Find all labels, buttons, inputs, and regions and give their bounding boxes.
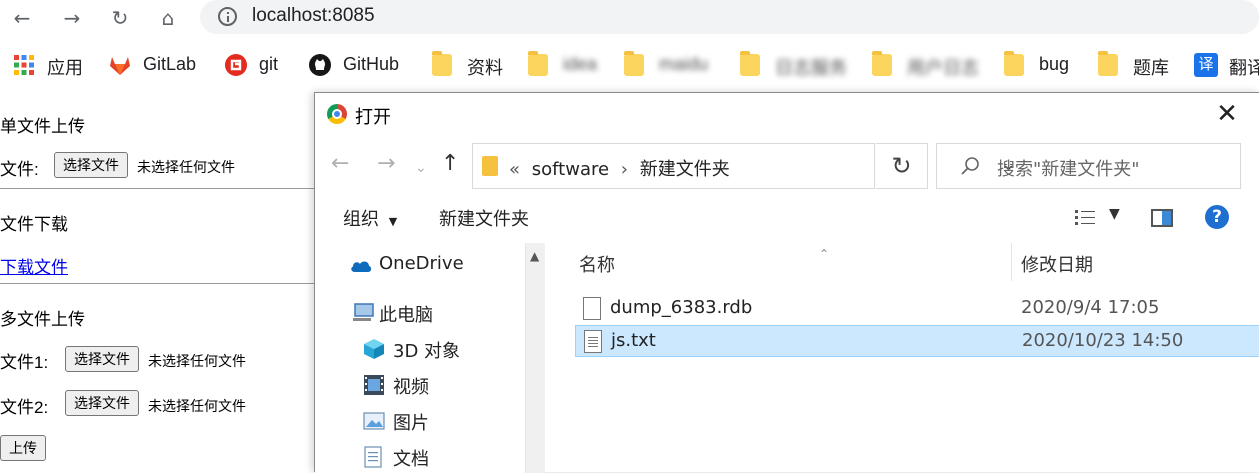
path-box[interactable]: « software › 新建文件夹 ⌄ bbox=[472, 143, 1016, 189]
bookmark-label: GitHub bbox=[343, 54, 400, 74]
bookmark-label: GitLab bbox=[143, 54, 197, 74]
address-bar[interactable]: localhost:8085 bbox=[200, 0, 1259, 34]
refresh-icon[interactable]: ↻ bbox=[876, 143, 928, 189]
folder-icon bbox=[740, 51, 760, 76]
reload-icon[interactable]: ↻ bbox=[106, 6, 134, 30]
scroll-up-icon[interactable]: ▲ bbox=[530, 249, 539, 263]
url-text[interactable]: localhost:8085 bbox=[252, 5, 375, 27]
chrome-icon bbox=[327, 104, 347, 124]
file-row[interactable]: dump_6383.rdb 2020/9/4 17:05 bbox=[575, 293, 1259, 325]
bookmark-label: 日志服务 bbox=[775, 58, 847, 78]
upload-button[interactable]: 上传 bbox=[0, 435, 46, 461]
caret-down-icon[interactable]: ▼ bbox=[1109, 206, 1120, 222]
view-options-icon[interactable] bbox=[1075, 209, 1095, 227]
choose-file-button[interactable]: 选择文件 bbox=[54, 152, 128, 178]
bookmark-label: 用户日志 bbox=[907, 58, 979, 78]
file-row-selected[interactable]: js.txt 2020/10/23 14:50 bbox=[575, 325, 1259, 357]
bookmarks-bar: 应用 GitLab git GitHub 资料 idea maidu 日志服务 … bbox=[0, 46, 1259, 86]
text-file-icon bbox=[584, 330, 602, 353]
forward-icon[interactable]: → bbox=[377, 151, 395, 177]
sort-ascending-icon: ⌃ bbox=[819, 247, 830, 261]
choose-file1-button[interactable]: 选择文件 bbox=[65, 346, 139, 372]
translate-icon: 译 bbox=[1194, 53, 1218, 77]
folder-icon bbox=[432, 51, 452, 76]
gitlab-icon bbox=[110, 57, 130, 75]
git-icon bbox=[225, 54, 247, 76]
computer-icon bbox=[353, 303, 374, 321]
navigation-pane: OneDrive 此电脑 3D 对象 视频 图片 文档 bbox=[315, 243, 525, 473]
multi-upload-title: 多文件上传 bbox=[0, 310, 85, 329]
bookmark-label: git bbox=[259, 54, 279, 74]
video-icon bbox=[364, 375, 384, 395]
close-icon[interactable]: ✕ bbox=[1213, 101, 1241, 129]
bookmark-label: bug bbox=[1039, 54, 1070, 74]
file-name: js.txt bbox=[611, 330, 656, 351]
github-icon bbox=[309, 54, 331, 76]
file-list: 名称 ⌃ 修改日期 dump_6383.rdb 2020/9/4 17:05 j… bbox=[545, 243, 1259, 473]
bookmark-label: 翻译 bbox=[1229, 58, 1259, 78]
navigation-scrollbar[interactable]: ▲ bbox=[525, 243, 545, 473]
folder-icon bbox=[624, 51, 644, 76]
choose-file2-button[interactable]: 选择文件 bbox=[65, 390, 139, 416]
dialog-title: 打开 bbox=[355, 107, 391, 128]
divider bbox=[0, 188, 315, 189]
breadcrumb-item-new-folder[interactable]: 新建文件夹 bbox=[640, 159, 730, 180]
dialog-titlebar[interactable]: 打开 ✕ bbox=[315, 93, 1259, 135]
file-modified: 2020/10/23 14:50 bbox=[1022, 330, 1184, 351]
file-open-dialog: 打开 ✕ ← → ⌄ ↑ « software › 新建文件夹 ⌄ ↻ 搜索"新… bbox=[314, 92, 1259, 473]
bookmark-label: idea bbox=[563, 54, 598, 74]
bookmark-label: 应用 bbox=[47, 58, 83, 78]
caret-down-icon: ▼ bbox=[388, 215, 398, 228]
search-icon bbox=[961, 157, 979, 175]
folder-icon bbox=[1098, 51, 1118, 76]
file2-label: 文件2: bbox=[0, 398, 49, 417]
dialog-address-row: ← → ⌄ ↑ « software › 新建文件夹 ⌄ ↻ 搜索"新建文件夹" bbox=[315, 139, 1259, 191]
file-name: dump_6383.rdb bbox=[610, 297, 753, 318]
download-title: 文件下载 bbox=[0, 215, 68, 234]
command-bar: 组织 ▼ 新建文件夹 ▼ ? bbox=[315, 197, 1259, 235]
breadcrumb-item-software[interactable]: software bbox=[532, 159, 609, 180]
no-file2-text: 未选择任何文件 bbox=[148, 398, 246, 414]
help-icon[interactable]: ? bbox=[1205, 205, 1229, 229]
preview-pane-icon[interactable] bbox=[1151, 209, 1173, 227]
file-modified: 2020/9/4 17:05 bbox=[1021, 297, 1160, 318]
browser-toolbar: ← → ↻ ⌂ localhost:8085 bbox=[0, 0, 1259, 40]
folder-icon bbox=[872, 51, 892, 76]
no-file1-text: 未选择任何文件 bbox=[148, 353, 246, 369]
file-label: 文件: bbox=[0, 160, 39, 179]
new-folder-button[interactable]: 新建文件夹 bbox=[439, 205, 529, 231]
bookmark-label: maidu bbox=[659, 54, 709, 74]
folder-icon bbox=[1004, 51, 1024, 76]
column-header-modified[interactable]: 修改日期 bbox=[1021, 251, 1093, 277]
documents-icon bbox=[364, 446, 382, 468]
pictures-icon bbox=[363, 412, 385, 430]
search-placeholder: 搜索"新建文件夹" bbox=[997, 159, 1140, 180]
info-icon[interactable] bbox=[218, 7, 237, 26]
column-header-name[interactable]: 名称 ⌃ bbox=[579, 247, 829, 277]
file1-label: 文件1: bbox=[0, 353, 49, 372]
recent-locations-icon[interactable]: ⌄ bbox=[415, 155, 427, 181]
divider bbox=[0, 283, 315, 284]
organize-button[interactable]: 组织 ▼ bbox=[343, 205, 397, 231]
column-divider[interactable] bbox=[1011, 243, 1012, 281]
back-icon[interactable]: ← bbox=[8, 6, 36, 30]
download-link[interactable]: 下载文件 bbox=[0, 253, 68, 278]
bookmark-label: 资料 bbox=[467, 58, 503, 78]
no-file-text: 未选择任何文件 bbox=[137, 159, 235, 175]
up-icon[interactable]: ↑ bbox=[441, 151, 459, 177]
search-input[interactable]: 搜索"新建文件夹" bbox=[936, 143, 1241, 189]
single-upload-title: 单文件上传 bbox=[0, 117, 85, 136]
apps-grid-icon bbox=[14, 55, 34, 75]
forward-icon[interactable]: → bbox=[58, 6, 86, 30]
file-icon bbox=[583, 297, 601, 320]
breadcrumb: « software › 新建文件夹 bbox=[509, 159, 730, 180]
back-icon[interactable]: ← bbox=[331, 151, 349, 177]
bookmark-label: 题库 bbox=[1133, 58, 1169, 78]
folder-icon bbox=[482, 156, 498, 176]
home-icon[interactable]: ⌂ bbox=[154, 6, 182, 30]
folder-icon bbox=[528, 51, 548, 76]
onedrive-icon bbox=[351, 261, 372, 272]
chevron-right-icon: › bbox=[620, 159, 628, 180]
3d-objects-icon bbox=[364, 339, 384, 359]
